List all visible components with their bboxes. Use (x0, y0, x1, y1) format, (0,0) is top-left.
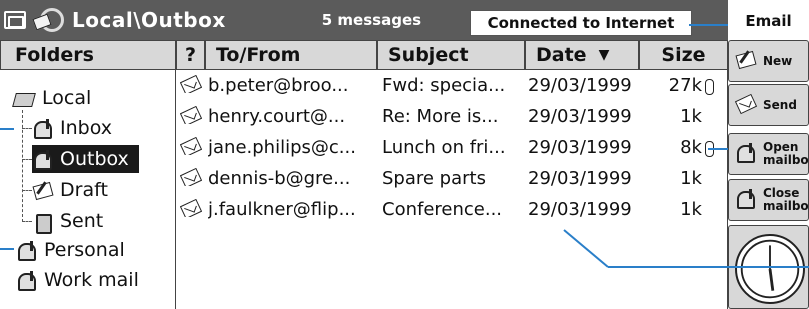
mailbox-icon (16, 241, 38, 261)
cell-size: 1k (680, 199, 702, 220)
callout-line (0, 128, 14, 130)
table-row[interactable]: j.faulkner@flip... Conference... 29/03/1… (176, 196, 728, 225)
folder-item-local[interactable]: Local (14, 84, 91, 112)
table-row[interactable]: henry.court@... Re: More is... 29/03/199… (176, 103, 728, 132)
callout-line-diagonal (563, 229, 609, 268)
cell-date: 29/03/1999 (528, 137, 632, 158)
cell-to-from: dennis-b@gre... (208, 168, 351, 189)
envelope-icon (180, 137, 202, 155)
cell-to-from: henry.court@... (208, 106, 346, 127)
email-app-logo-icon (32, 6, 66, 34)
bin-icon (32, 212, 54, 234)
message-count: 5 messages (321, 11, 422, 29)
sort-descending-icon: ▼ (598, 47, 610, 63)
mailbox-icon (16, 271, 38, 291)
cell-subject: Lunch on fri... (382, 137, 506, 158)
connection-status: Connected to Internet (470, 10, 692, 36)
cell-size: 1k (680, 168, 702, 189)
cell-date: 29/03/1999 (528, 106, 632, 127)
clock-icon (735, 234, 805, 304)
mailbox-icon (32, 119, 54, 139)
tab-email[interactable]: Email (728, 0, 809, 40)
column-header-date[interactable]: Date ▼ (525, 40, 639, 70)
folder-path: Local\Outbox (72, 8, 226, 32)
cell-size: 27k (668, 75, 702, 96)
table-row[interactable]: jane.philips@c... Lunch on fri... 29/03/… (176, 134, 728, 163)
close-mailbox-label-2: mailbox (763, 199, 809, 213)
table-row[interactable]: dennis-b@gre... Spare parts 29/03/1999 1… (176, 165, 728, 194)
open-mailbox-button[interactable]: Open mailbox (728, 133, 809, 175)
cell-date: 29/03/1999 (528, 168, 632, 189)
callout-line (689, 24, 728, 26)
folder-label: Draft (60, 179, 108, 201)
cell-to-from: b.peter@broo... (208, 75, 349, 96)
attachment-icon (704, 76, 714, 97)
callout-line (708, 148, 728, 150)
folder-label: Local (42, 87, 92, 109)
column-header-date-label: Date (536, 44, 587, 66)
mailbox-icon (735, 189, 761, 211)
folder-label: Personal (44, 239, 125, 261)
column-header-to-from[interactable]: To/From (205, 40, 377, 70)
cell-size: 1k (680, 106, 702, 127)
folder-item-sent[interactable]: Sent (32, 207, 103, 235)
cell-to-from: jane.philips@c... (208, 137, 356, 158)
open-mailbox-label-2: mailbox (763, 153, 809, 167)
cell-subject: Spare parts (382, 168, 486, 189)
mailbox-icon (735, 143, 761, 165)
folder-label: Outbox (60, 148, 129, 170)
envelope-icon (180, 75, 202, 93)
folder-label: Inbox (60, 117, 112, 139)
mailbox-icon (32, 150, 54, 170)
folder-item-work-mail[interactable]: Work mail (16, 266, 139, 294)
new-button-label: New (763, 53, 793, 68)
folder-tree: Local Inbox Outbox Draft Sent Personal W… (0, 70, 176, 309)
folder-item-inbox[interactable]: Inbox (32, 114, 112, 142)
folders-header: Folders (0, 40, 176, 70)
cell-subject: Conference... (382, 199, 503, 220)
callout-line (0, 248, 14, 250)
folder-item-outbox[interactable]: Outbox (32, 145, 139, 173)
new-button[interactable]: New (728, 40, 809, 82)
close-mailbox-label-1: Close (763, 186, 800, 200)
cell-date: 29/03/1999 (528, 199, 632, 220)
send-icon (735, 94, 761, 116)
folder-item-draft[interactable]: Draft (32, 176, 108, 204)
close-mailbox-button[interactable]: Close mailbox (728, 179, 809, 221)
folder-item-personal[interactable]: Personal (16, 236, 125, 264)
folder-label: Work mail (44, 269, 139, 291)
send-button[interactable]: Send (728, 84, 809, 126)
cell-size: 8k (680, 137, 702, 158)
cell-date: 29/03/1999 (528, 75, 632, 96)
new-message-icon (735, 50, 761, 72)
pencil-envelope-icon (32, 181, 54, 199)
cell-subject: Re: More is... (382, 106, 499, 127)
envelope-icon (180, 106, 202, 124)
open-folder-icon (14, 89, 36, 107)
column-header-size[interactable]: Size (639, 40, 728, 70)
envelope-icon (180, 199, 202, 217)
send-button-label: Send (763, 97, 797, 112)
column-header-subject[interactable]: Subject (377, 40, 525, 70)
window-menu-icon[interactable] (4, 11, 26, 29)
cell-subject: Fwd: specia... (382, 75, 506, 96)
folder-label: Sent (60, 210, 104, 232)
table-row[interactable]: b.peter@broo... Fwd: specia... 29/03/199… (176, 72, 728, 101)
cell-to-from: j.faulkner@flip... (208, 199, 356, 220)
callout-line (608, 266, 809, 268)
column-header-status[interactable]: ? (176, 40, 205, 70)
open-mailbox-label-1: Open (763, 140, 799, 154)
envelope-icon (180, 168, 202, 186)
